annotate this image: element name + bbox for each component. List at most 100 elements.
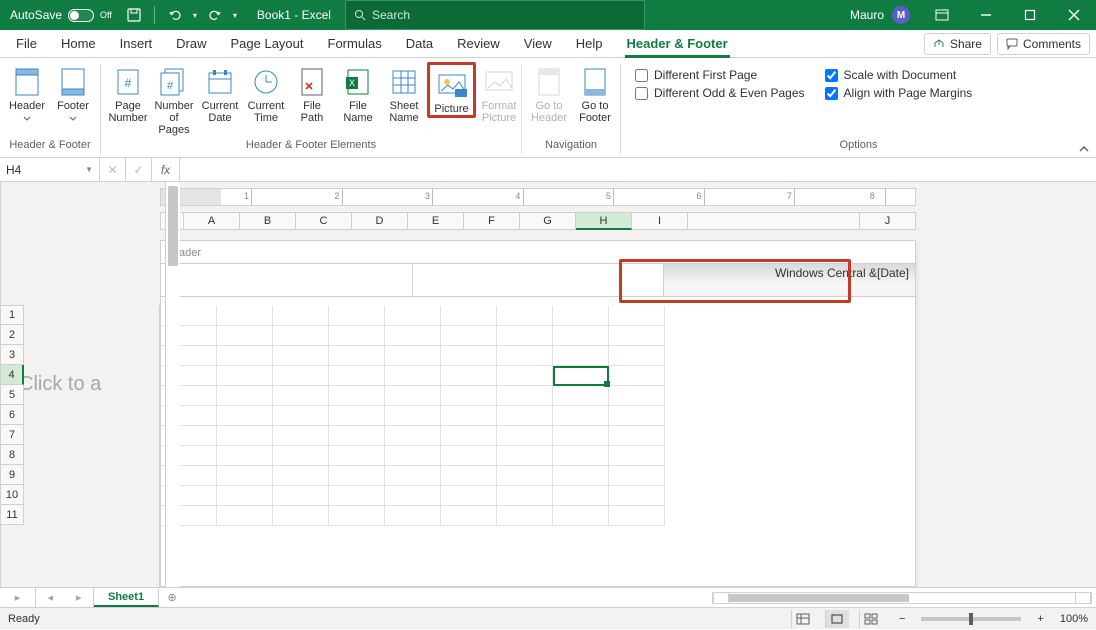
status-bar: Ready − + 100% (0, 607, 1096, 629)
file-path-button[interactable]: File Path (289, 62, 335, 124)
undo-dropdown-icon[interactable]: ▾ (193, 11, 197, 20)
cell-grid[interactable] (161, 306, 915, 586)
sheet-tab-sheet1[interactable]: Sheet1 (94, 588, 159, 607)
close-icon[interactable] (1052, 0, 1096, 30)
row-headers: 1 2 3 4 5 6 7 8 9 10 11 (0, 305, 24, 525)
tab-formulas[interactable]: Formulas (316, 30, 394, 57)
tab-page-layout[interactable]: Page Layout (219, 30, 316, 57)
col-H[interactable]: H (576, 212, 632, 230)
row-7[interactable]: 7 (0, 425, 24, 445)
tab-draw[interactable]: Draw (164, 30, 218, 57)
opt-align-page-margins[interactable]: Align with Page Margins (825, 86, 973, 100)
col-E[interactable]: E (408, 212, 464, 230)
document-title: Book1 - Excel (243, 0, 345, 30)
comments-button[interactable]: Comments (997, 33, 1090, 55)
col-B[interactable]: B (240, 212, 296, 230)
account-area[interactable]: Mauro M (840, 0, 920, 30)
qat-customize-icon[interactable]: ▾ (233, 11, 237, 20)
header-button[interactable]: Header (4, 62, 50, 121)
go-to-footer-button[interactable]: Go to Footer (572, 62, 618, 124)
file-name-button[interactable]: X File Name (335, 62, 381, 124)
col-J[interactable]: J (860, 212, 916, 230)
enter-formula-icon[interactable]: ✓ (126, 158, 152, 181)
redo-icon[interactable] (207, 7, 223, 23)
tab-view[interactable]: View (512, 30, 564, 57)
search-box[interactable]: Search (345, 0, 645, 30)
chevron-down-icon[interactable]: ▼ (85, 165, 93, 174)
page-break-view-icon[interactable] (859, 610, 883, 628)
col-G[interactable]: G (520, 212, 576, 230)
zoom-in-icon[interactable]: + (1037, 613, 1043, 625)
header-left-section[interactable] (161, 264, 413, 296)
formula-input[interactable] (180, 158, 1096, 181)
current-date-button[interactable]: Current Date (197, 62, 243, 124)
col-gap (688, 212, 860, 230)
autosave-toggle[interactable]: AutoSave Off (0, 0, 120, 30)
tab-header-footer[interactable]: Header & Footer (615, 30, 740, 57)
autosave-switch-icon[interactable] (68, 9, 94, 22)
user-name: Mauro (850, 8, 884, 22)
row-8[interactable]: 8 (0, 445, 24, 465)
horizontal-ruler[interactable]: 1 2 3 4 5 6 7 8 (160, 188, 916, 206)
horizontal-scrollbar[interactable] (185, 588, 1096, 607)
add-sheet-button[interactable]: ⊕ (159, 588, 185, 607)
row-3[interactable]: 3 (0, 345, 24, 365)
tab-file[interactable]: File (4, 30, 49, 57)
quick-access-toolbar: ▾ ▾ (120, 0, 243, 30)
zoom-out-icon[interactable]: − (899, 613, 905, 625)
tab-data[interactable]: Data (394, 30, 445, 57)
col-D[interactable]: D (352, 212, 408, 230)
sheet-nav-arrows[interactable]: ◂▸ (36, 588, 94, 607)
opt-scale-with-document[interactable]: Scale with Document (825, 68, 973, 82)
picture-button[interactable]: Picture (427, 62, 476, 118)
col-A[interactable]: A (184, 212, 240, 230)
save-icon[interactable] (126, 7, 142, 23)
group-label-elements: Header & Footer Elements (105, 139, 517, 157)
normal-view-icon[interactable] (791, 610, 815, 628)
selected-cell[interactable] (553, 366, 609, 386)
col-I[interactable]: I (632, 212, 688, 230)
col-C[interactable]: C (296, 212, 352, 230)
sheet-name-button[interactable]: Sheet Name (381, 62, 427, 124)
maximize-icon[interactable] (1008, 0, 1052, 30)
row-5[interactable]: 5 (0, 385, 24, 405)
svg-text:#: # (167, 80, 174, 92)
vertical-scrollbar[interactable] (165, 182, 180, 587)
row-11[interactable]: 11 (0, 505, 24, 525)
row-6[interactable]: 6 (0, 405, 24, 425)
zoom-level[interactable]: 100% (1060, 613, 1088, 625)
undo-icon[interactable] (167, 7, 183, 23)
search-icon (354, 9, 366, 21)
current-time-button[interactable]: Current Time (243, 62, 289, 124)
opt-different-odd-even[interactable]: Different Odd & Even Pages (635, 86, 805, 100)
row-1[interactable]: 1 (0, 305, 24, 325)
page-header-zone[interactable]: Header Windows Central &[Date] (161, 241, 915, 306)
collapse-ribbon-icon[interactable] (1078, 143, 1090, 155)
col-F[interactable]: F (464, 212, 520, 230)
tab-insert[interactable]: Insert (108, 30, 165, 57)
row-9[interactable]: 9 (0, 465, 24, 485)
autosave-state: Off (100, 10, 112, 20)
row-4[interactable]: 4 (0, 365, 24, 385)
sheet-nav-collapse-icon[interactable]: ▸ (0, 588, 36, 607)
minimize-icon[interactable] (964, 0, 1008, 30)
row-10[interactable]: 10 (0, 485, 24, 505)
page-layout-view-icon[interactable] (825, 610, 849, 628)
page-number-button[interactable]: # Page Number (105, 62, 151, 124)
group-label-options: Options (625, 139, 1092, 157)
footer-button[interactable]: Footer (50, 62, 96, 121)
tab-review[interactable]: Review (445, 30, 512, 57)
opt-different-first-page[interactable]: Different First Page (635, 68, 805, 82)
ribbon-display-options-icon[interactable] (920, 0, 964, 30)
tab-help[interactable]: Help (564, 30, 615, 57)
svg-text:X: X (349, 78, 355, 88)
cancel-formula-icon[interactable]: ✕ (100, 158, 126, 181)
formula-bar: H4 ▼ ✕ ✓ fx (0, 158, 1096, 182)
number-of-pages-button[interactable]: # Number of Pages (151, 62, 197, 136)
tab-home[interactable]: Home (49, 30, 108, 57)
fx-icon[interactable]: fx (152, 158, 180, 181)
row-2[interactable]: 2 (0, 325, 24, 345)
zoom-slider[interactable] (921, 617, 1021, 621)
name-box[interactable]: H4 ▼ (0, 158, 100, 181)
share-button[interactable]: Share (924, 33, 991, 55)
